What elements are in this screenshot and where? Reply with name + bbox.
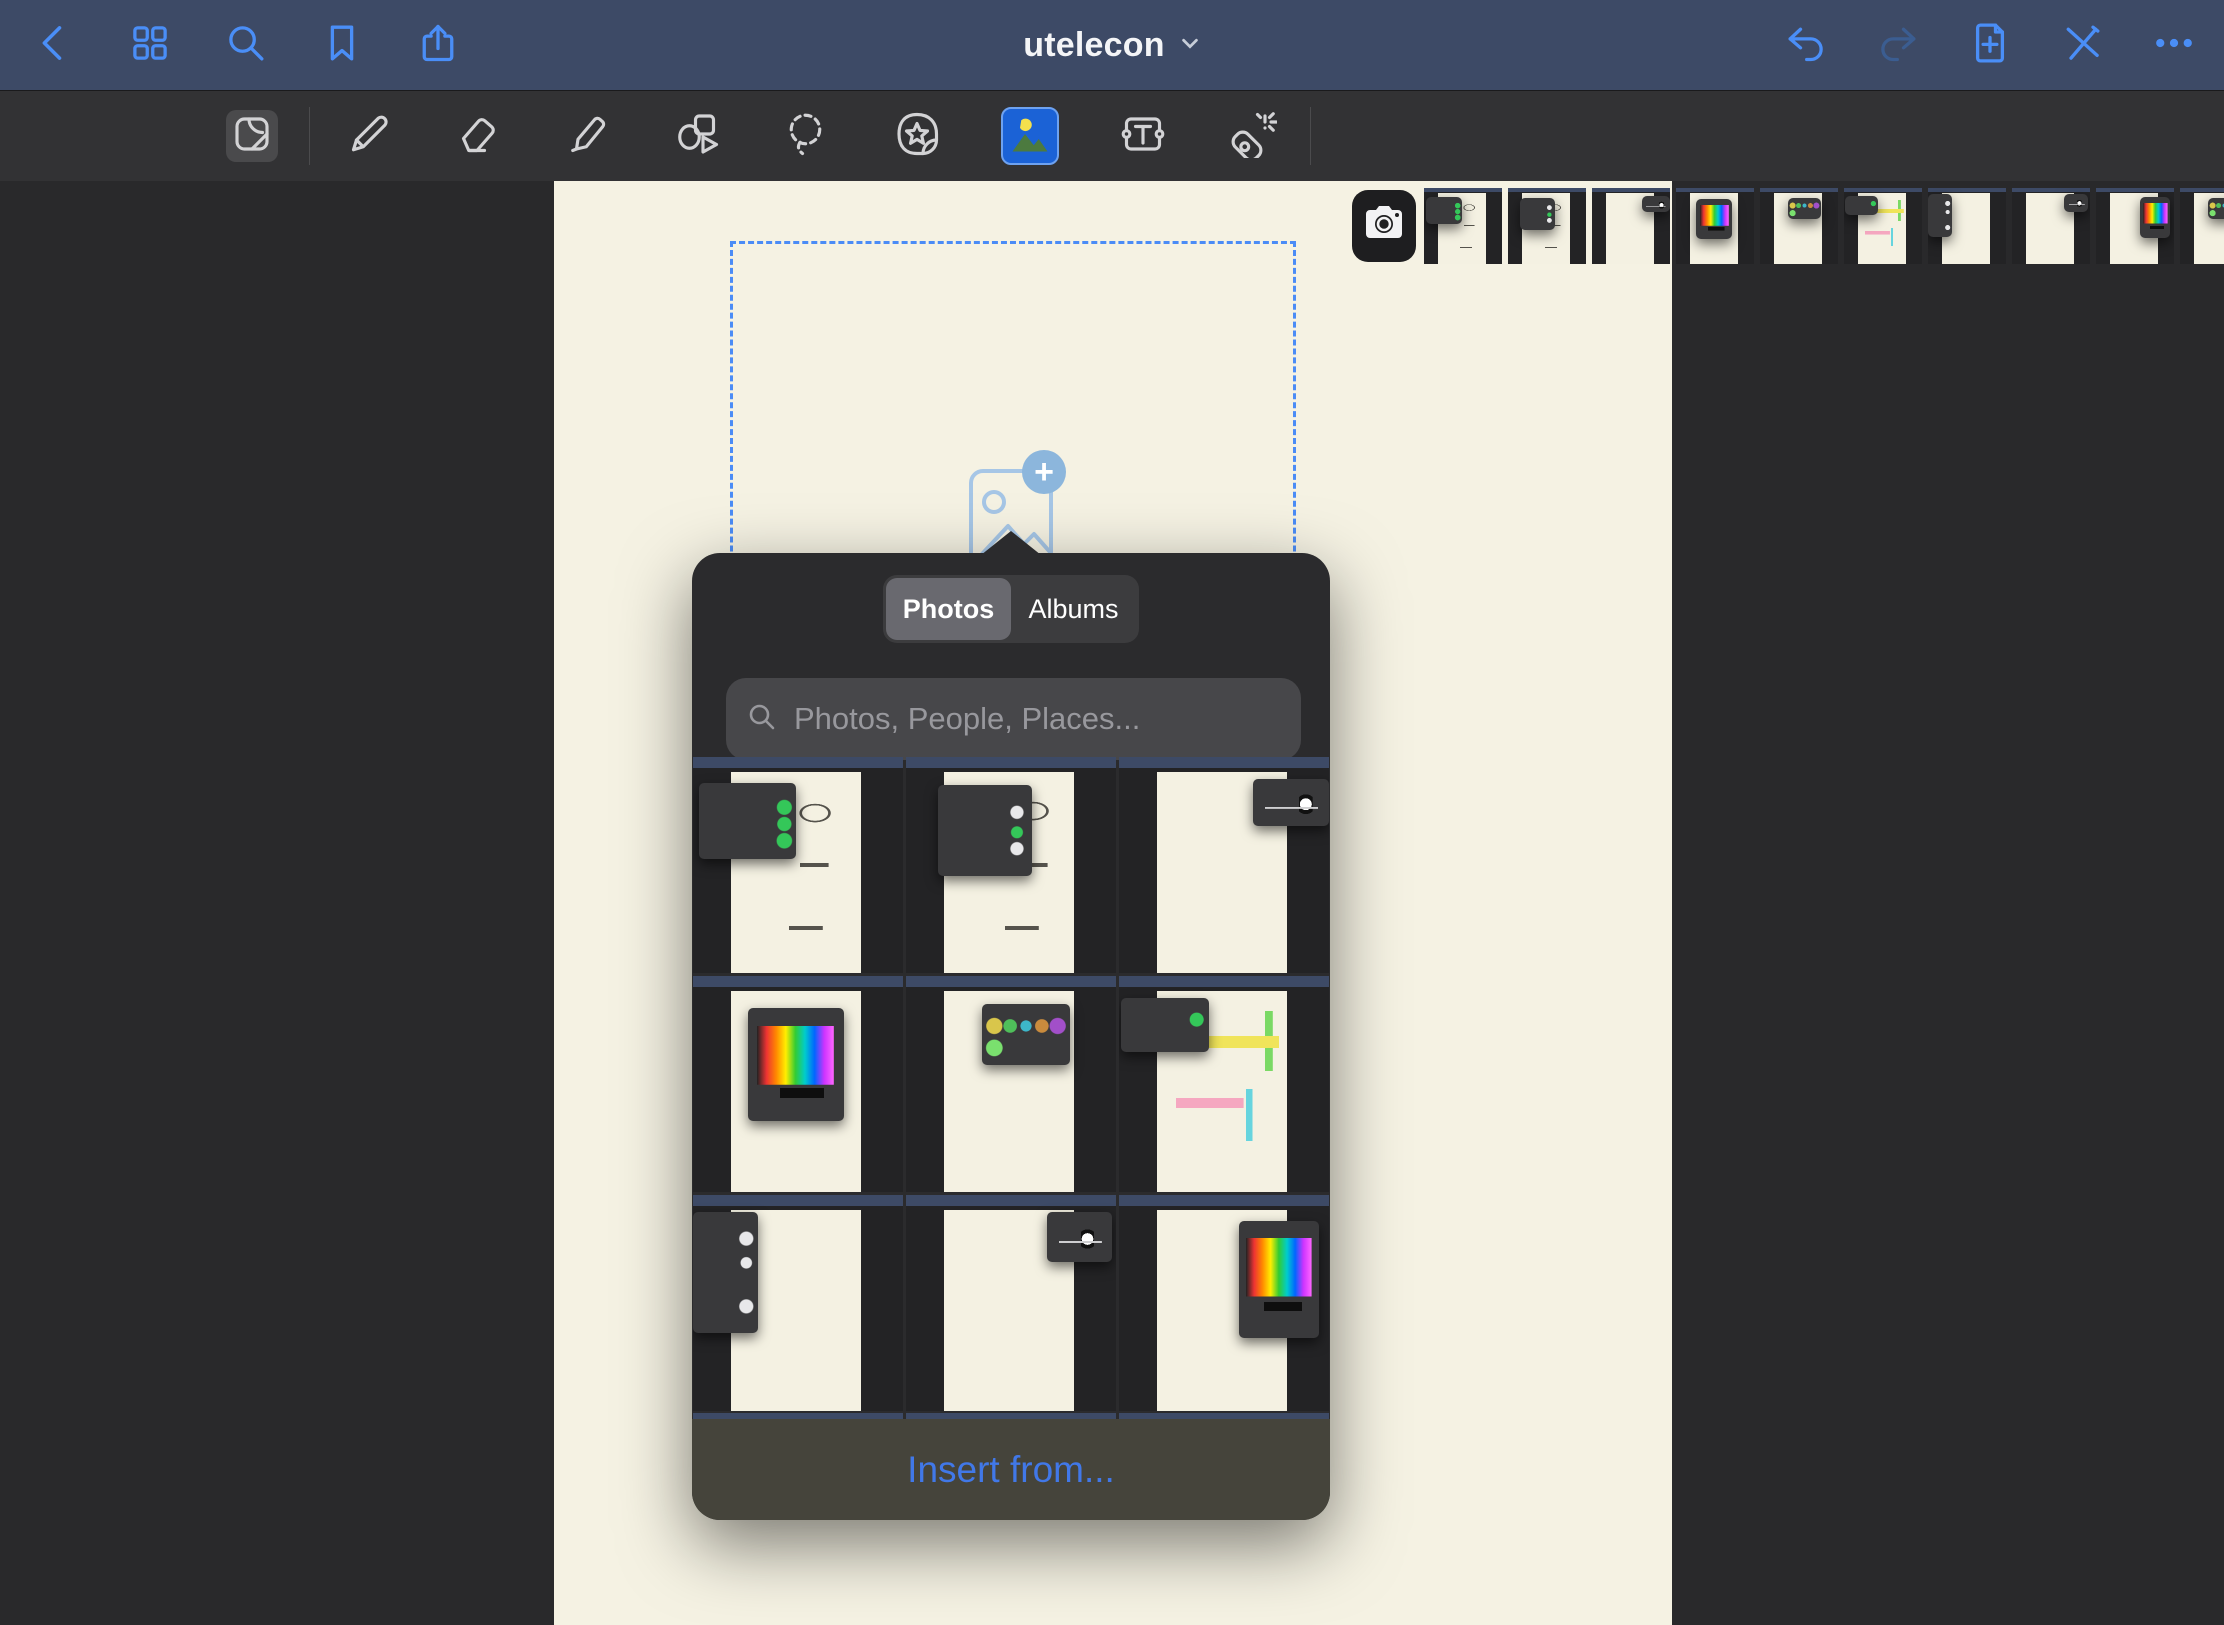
- add-page-icon: [1968, 21, 2012, 70]
- search-icon: [224, 21, 268, 70]
- elements-tool[interactable]: [891, 110, 943, 162]
- undo-icon: [1784, 21, 1828, 70]
- recent-photo-thumbnail[interactable]: [1424, 188, 1502, 264]
- lasso-icon: [783, 110, 831, 163]
- photo-grid-item[interactable]: [906, 1195, 1116, 1411]
- shapes-icon: [673, 110, 721, 163]
- tool-toolbar: [0, 90, 2224, 181]
- search-button[interactable]: [220, 19, 272, 71]
- plus-badge-icon: +: [1022, 450, 1066, 494]
- canvas-area: + Photos Albums: [0, 180, 2224, 1625]
- share-icon: [416, 21, 460, 70]
- view-mode-icon: [228, 110, 276, 163]
- more-button[interactable]: [2148, 19, 2200, 71]
- documents-button[interactable]: [124, 19, 176, 71]
- photos-albums-segmented-control: Photos Albums: [883, 575, 1139, 643]
- highlighter-icon: [563, 110, 611, 163]
- popover-arrow: [981, 531, 1041, 555]
- recent-photo-thumbnail[interactable]: [1760, 188, 1838, 264]
- recent-photo-thumbnail[interactable]: [1676, 188, 1754, 264]
- navbar: utelecon: [0, 0, 2224, 90]
- redo-button[interactable]: [1872, 19, 1924, 71]
- redo-icon: [1876, 21, 1920, 70]
- navbar-right-group: [1780, 0, 2200, 90]
- camera-icon: [1362, 204, 1406, 249]
- chevron-left-icon: [32, 21, 76, 70]
- chevron-down-icon[interactable]: [1179, 32, 1201, 59]
- eraser-icon: [453, 110, 501, 163]
- insert-from-button[interactable]: Insert from...: [692, 1419, 1330, 1520]
- tab-albums[interactable]: Albums: [1011, 578, 1136, 640]
- search-icon: [746, 701, 778, 738]
- recent-photo-thumbnail[interactable]: [2096, 188, 2174, 264]
- laser-pointer-icon: [1229, 110, 1277, 163]
- photo-grid-item[interactable]: [693, 976, 903, 1192]
- app-window: utelecon: [0, 0, 2224, 1625]
- tools-group: [0, 91, 1313, 181]
- bookmark-icon: [320, 21, 364, 70]
- sticker-star-icon: [893, 110, 941, 163]
- eraser-tool[interactable]: [451, 110, 503, 162]
- navbar-left-group: [0, 19, 464, 71]
- document-title: utelecon: [1023, 26, 1164, 65]
- lasso-tool[interactable]: [781, 110, 833, 162]
- image-tool[interactable]: [1001, 107, 1059, 165]
- undo-button[interactable]: [1780, 19, 1832, 71]
- add-page-button[interactable]: [1964, 19, 2016, 71]
- insert-from-label: Insert from...: [907, 1449, 1115, 1491]
- photo-grid-item[interactable]: [906, 976, 1116, 1192]
- photo-search-input[interactable]: [792, 700, 1281, 738]
- laser-pointer-tool[interactable]: [1227, 110, 1279, 162]
- bookmark-button[interactable]: [316, 19, 368, 71]
- back-button[interactable]: [28, 19, 80, 71]
- toolbar-divider: [309, 107, 310, 165]
- image-icon: [1010, 114, 1050, 159]
- recent-photo-thumbnail[interactable]: [1844, 188, 1922, 264]
- shapes-tool[interactable]: [671, 110, 723, 162]
- recent-photos-strip: [1424, 188, 2224, 264]
- tab-albums-label: Albums: [1028, 594, 1118, 625]
- photo-grid-item[interactable]: [1119, 1195, 1329, 1411]
- pen-tool[interactable]: [341, 110, 393, 162]
- grid-view-icon: [128, 21, 172, 70]
- text-tool[interactable]: [1117, 110, 1169, 162]
- recent-photo-thumbnail[interactable]: [1508, 188, 1586, 264]
- disable-editing-button[interactable]: [2056, 19, 2108, 71]
- toolbar-divider: [1310, 107, 1311, 165]
- ellipsis-icon: [2152, 21, 2196, 70]
- highlighter-tool[interactable]: [561, 110, 613, 162]
- camera-button[interactable]: [1352, 190, 1416, 262]
- text-icon: [1119, 110, 1167, 163]
- share-button[interactable]: [412, 19, 464, 71]
- view-mode-tool[interactable]: [226, 110, 278, 162]
- photo-grid-item[interactable]: [693, 757, 903, 973]
- photo-grid-item[interactable]: [1119, 757, 1329, 973]
- recent-photo-thumbnail[interactable]: [2180, 188, 2224, 264]
- photo-grid-item[interactable]: [1119, 976, 1329, 1192]
- photo-grid: [693, 757, 1329, 1411]
- tab-photos-label: Photos: [903, 594, 995, 625]
- tab-photos[interactable]: Photos: [886, 578, 1011, 640]
- photo-search-field[interactable]: [726, 678, 1301, 760]
- photo-grid-item[interactable]: [906, 757, 1116, 973]
- recent-photo-thumbnail[interactable]: [1928, 188, 2006, 264]
- recent-photo-thumbnail[interactable]: [1592, 188, 1670, 264]
- pencil-cross-icon: [2060, 21, 2104, 70]
- pen-icon: [343, 110, 391, 163]
- recent-photo-thumbnail[interactable]: [2012, 188, 2090, 264]
- photo-picker-popover: Photos Albums: [692, 553, 1330, 1520]
- photo-grid-item[interactable]: [693, 1195, 903, 1411]
